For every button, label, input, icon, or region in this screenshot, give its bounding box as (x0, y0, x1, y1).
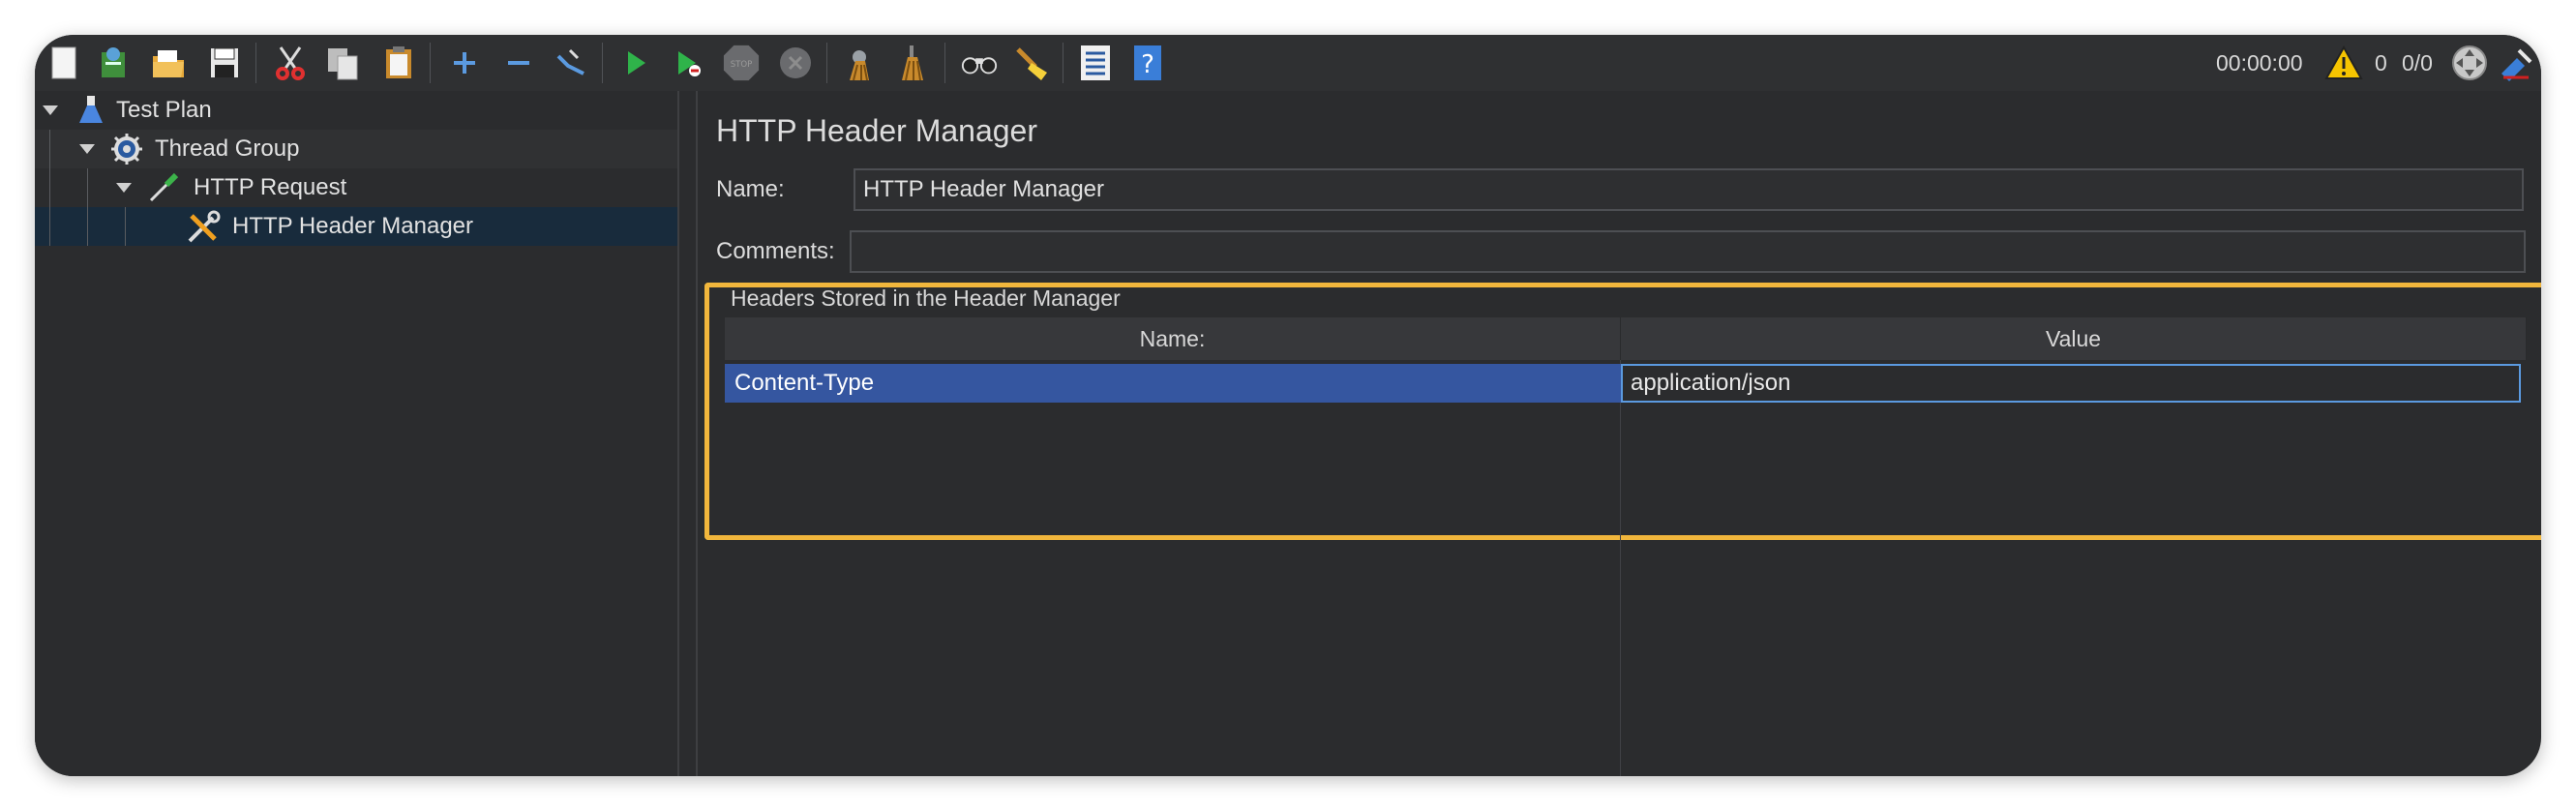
open-icon[interactable] (149, 44, 188, 82)
comments-label: Comments: (716, 238, 835, 264)
headers-table: Name: Value Content-Type application/jso… (725, 317, 2527, 776)
table-row-name-cell[interactable]: Content-Type (725, 364, 1621, 403)
function-helper-icon[interactable] (1076, 44, 1115, 82)
tree-item-label: HTTP Request (194, 174, 347, 200)
pipette-icon (147, 171, 179, 204)
expand-arrow-icon[interactable] (43, 105, 58, 115)
tree-guide-line (49, 130, 50, 168)
column-header-value[interactable]: Value (1621, 317, 2527, 360)
help-icon[interactable]: ? (1128, 44, 1167, 82)
tree-guide-line (49, 207, 50, 246)
column-divider (1620, 360, 1621, 776)
warning-icon[interactable] (2324, 44, 2363, 82)
copy-icon[interactable] (323, 44, 362, 82)
test-plan-tree: Test Plan Thread Group HTTP Request HTTP… (35, 91, 677, 776)
tree-guide-line (87, 168, 88, 207)
svg-text:?: ? (1141, 50, 1154, 79)
toolbar-separator (602, 43, 603, 83)
toolbar-separator (826, 43, 827, 83)
name-label: Name: (716, 176, 785, 202)
toolbar-separator (944, 43, 945, 83)
elapsed-timer: 00:00:00 (2216, 50, 2303, 75)
shutdown-icon[interactable] (776, 44, 815, 82)
tree-item-label: Test Plan (116, 97, 212, 123)
warning-count: 0 (2375, 50, 2387, 75)
new-icon[interactable] (45, 44, 83, 82)
tree-guide-line (87, 207, 88, 246)
toolbar-separator (430, 43, 431, 83)
headers-group-title: Headers Stored in the Header Manager (731, 285, 1121, 311)
tree-guide-line (125, 207, 126, 246)
tree-item-label: Thread Group (155, 135, 300, 162)
paste-icon[interactable] (379, 44, 418, 82)
tree-item-http-header-manager[interactable]: HTTP Header Manager (35, 207, 677, 246)
panel-title: HTTP Header Manager (716, 113, 1037, 148)
active-threads: 0/0 (2402, 50, 2433, 75)
expand-icon[interactable] (445, 44, 484, 82)
expand-arrow-icon[interactable] (116, 183, 132, 193)
reset-search-icon[interactable] (1012, 44, 1051, 82)
tree-guide-line (49, 168, 50, 207)
table-row-value-cell[interactable]: application/json (1621, 364, 2521, 403)
expand-arrow-icon[interactable] (79, 144, 95, 154)
save-icon[interactable] (205, 44, 244, 82)
tree-item-test-plan[interactable]: Test Plan (35, 91, 677, 130)
split-pane-divider[interactable] (677, 91, 679, 776)
main-toolbar: STOP ? 00:00:00 0 0/0 (35, 35, 2541, 91)
start-no-pause-icon[interactable] (668, 44, 706, 82)
toggle-icon[interactable] (552, 44, 590, 82)
gear-icon (110, 133, 142, 165)
log-viewer-icon[interactable] (2497, 44, 2535, 82)
tree-item-thread-group[interactable]: Thread Group (35, 130, 677, 168)
templates-icon[interactable] (95, 44, 134, 82)
remote-status-icon[interactable] (2450, 44, 2489, 82)
split-pane-divider (696, 91, 698, 776)
cut-icon[interactable] (271, 44, 310, 82)
search-icon[interactable] (960, 44, 999, 82)
tree-item-label: HTTP Header Manager (232, 213, 473, 239)
tools-icon (186, 210, 221, 243)
tree-item-http-request[interactable]: HTTP Request (35, 168, 677, 207)
toolbar-separator (255, 43, 256, 83)
clear-icon[interactable] (840, 44, 879, 82)
column-header-name[interactable]: Name: (725, 317, 1621, 360)
clear-all-icon[interactable] (894, 44, 933, 82)
stop-icon[interactable]: STOP (722, 44, 761, 82)
svg-text:STOP: STOP (731, 60, 753, 70)
comments-field[interactable] (850, 230, 2526, 273)
flask-icon (75, 94, 106, 127)
start-icon[interactable] (615, 44, 654, 82)
name-field[interactable]: HTTP Header Manager (854, 168, 2524, 211)
collapse-icon[interactable] (499, 44, 538, 82)
